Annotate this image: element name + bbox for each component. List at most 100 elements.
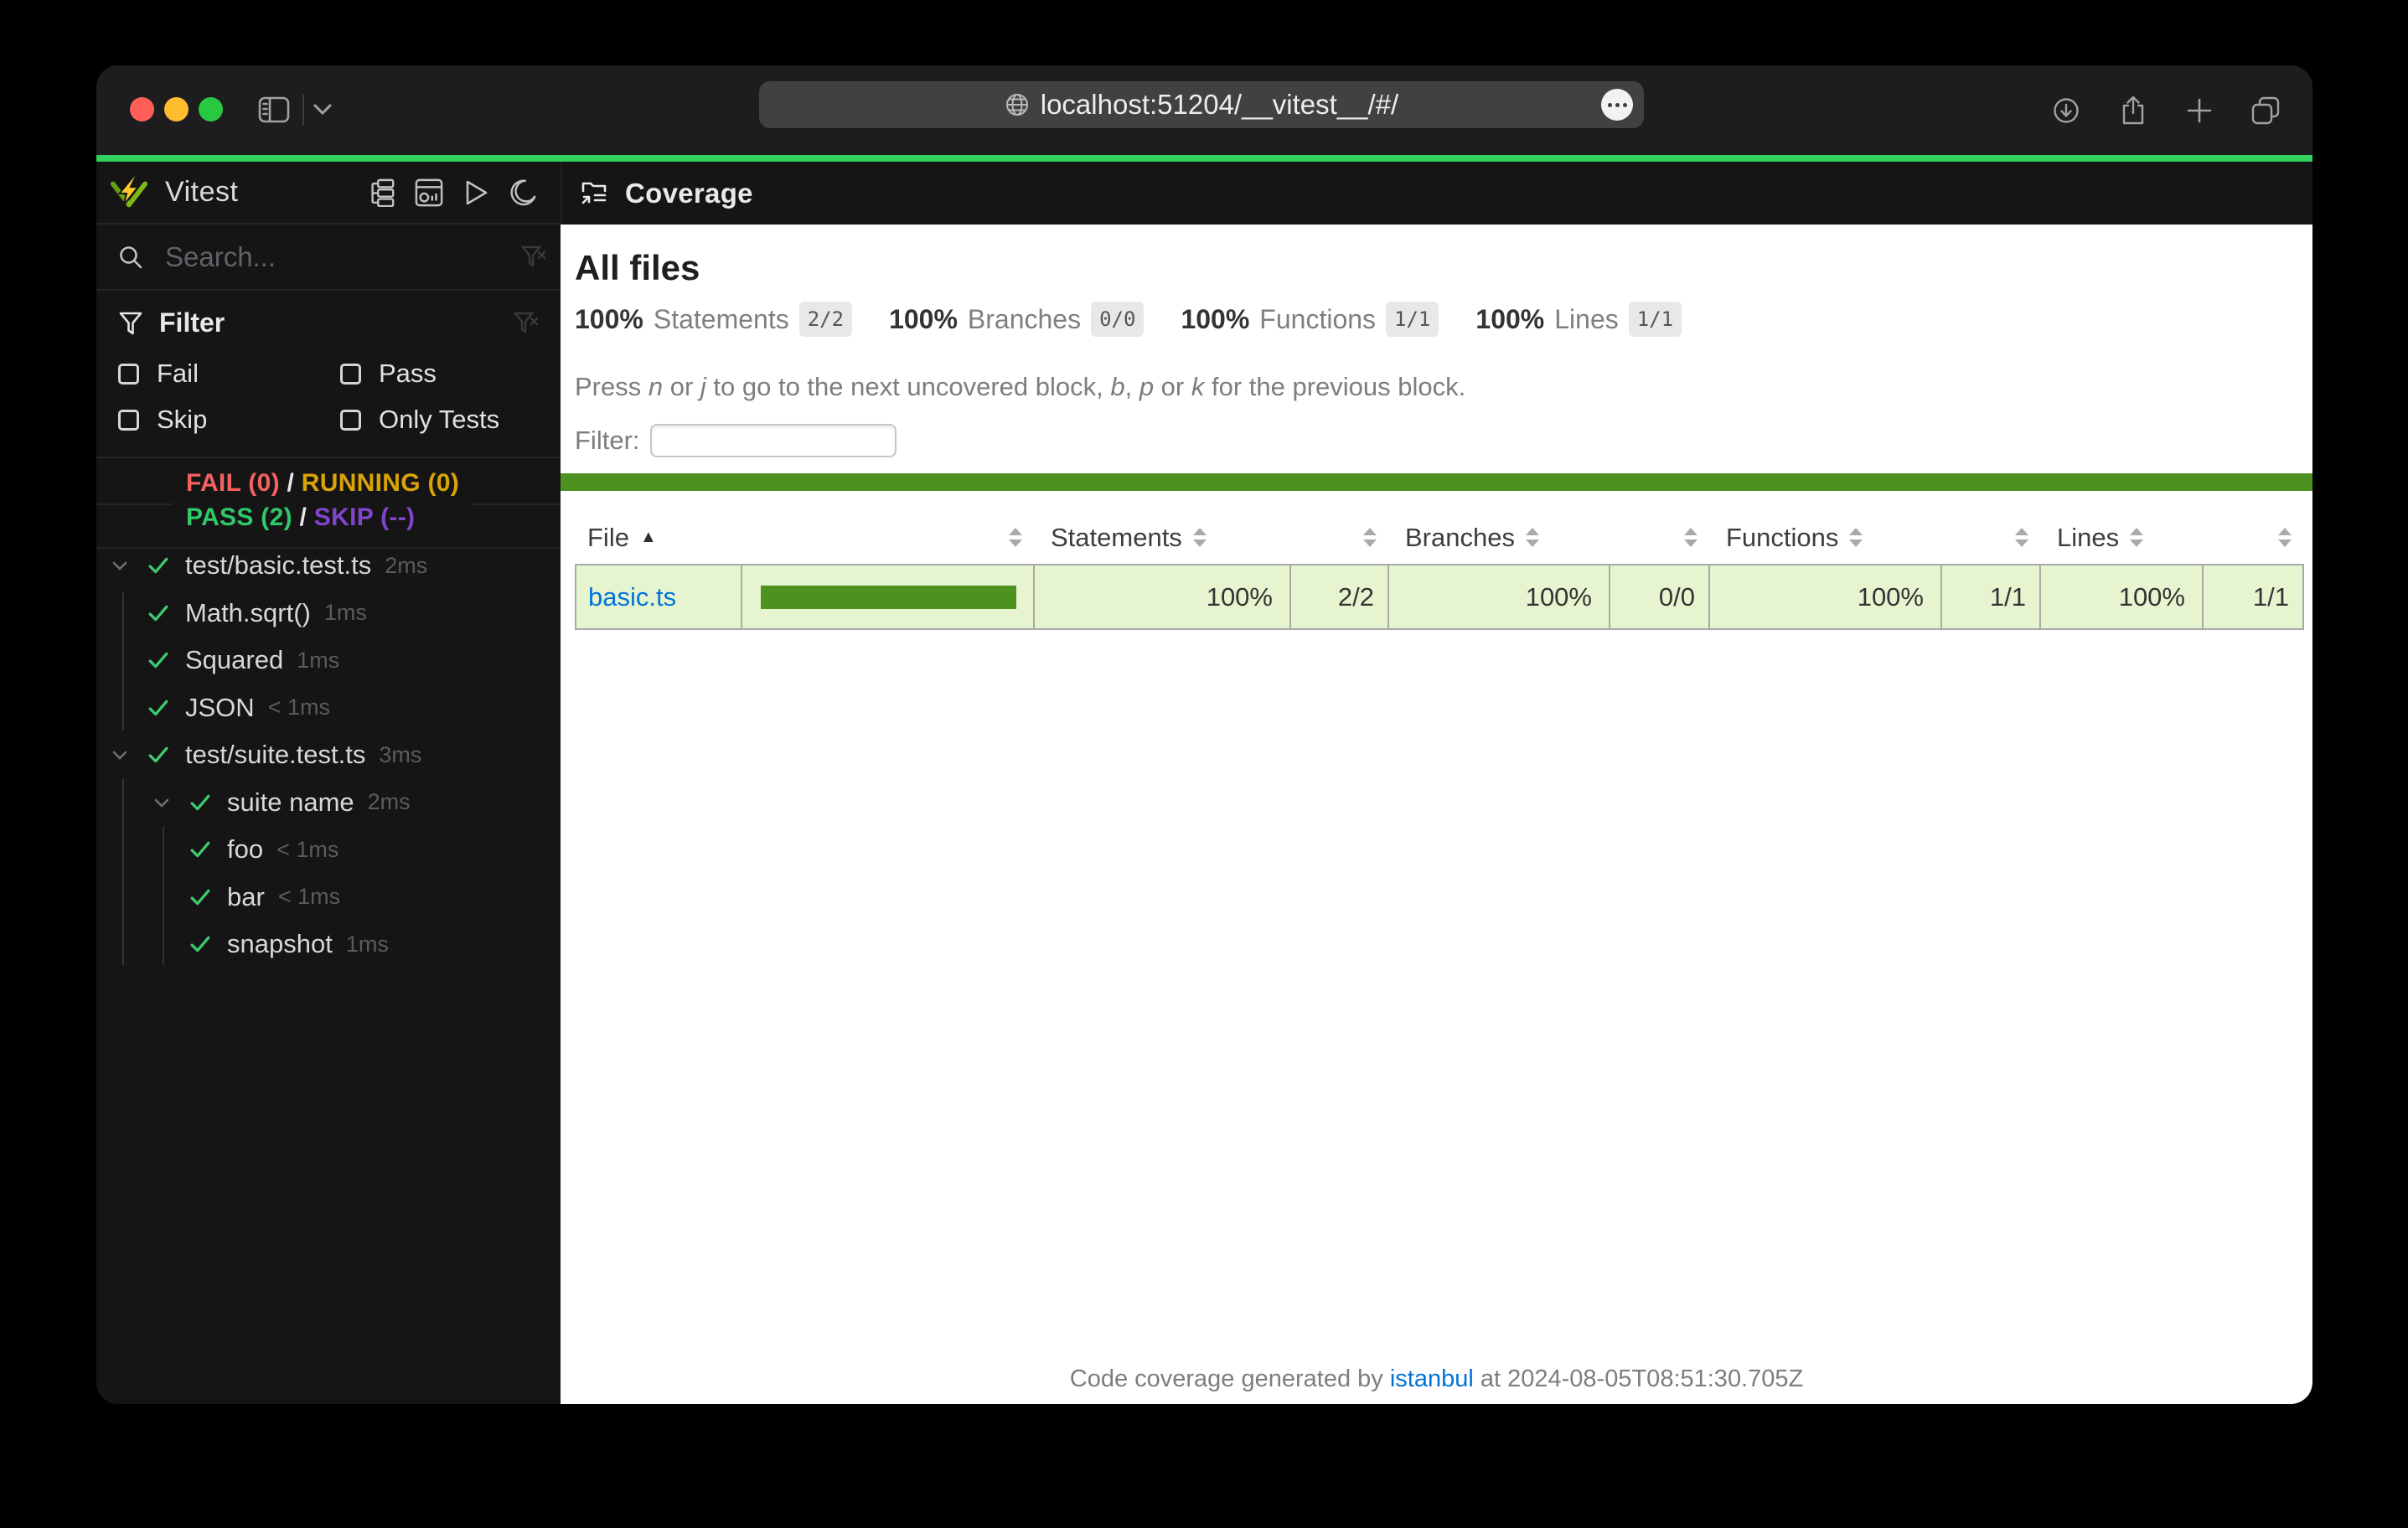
search-bar (96, 225, 561, 291)
pass-check-icon (190, 793, 210, 812)
share-icon[interactable] (2117, 95, 2149, 126)
tree-item-test[interactable]: JSON < 1ms (96, 684, 561, 732)
coverage-table: File ▲ Statements Branches Functions Lin… (575, 511, 2304, 630)
statements-pct-cell: 100% (1033, 564, 1291, 630)
column-header-lines-raw[interactable] (2203, 511, 2303, 565)
pass-check-icon (148, 651, 168, 669)
pass-check-icon (190, 888, 210, 906)
dark-mode-icon[interactable] (509, 178, 537, 207)
keyboard-shortcuts-help: Press n or j to go to the next uncovered… (575, 372, 1466, 401)
search-input[interactable] (165, 240, 521, 273)
checkbox-fail[interactable]: Fail (118, 359, 340, 389)
coverage-stats: 100% Statements 2/2 100% Branches 0/0 100% Fu… (575, 302, 1682, 337)
new-tab-icon[interactable] (2184, 96, 2214, 126)
column-header-functions-raw[interactable] (1941, 511, 2040, 565)
filter-title: Filter (159, 307, 225, 338)
coverage-status-line (561, 473, 2312, 491)
column-header-functions[interactable]: Functions (1709, 511, 1941, 565)
pass-check-icon (148, 746, 168, 764)
fraction-badge: 2/2 (798, 302, 853, 337)
checkbox-pass[interactable]: Pass (340, 359, 539, 389)
tree-item-test[interactable]: Math.sqrt() 1ms (96, 590, 561, 638)
coverage-header: Coverage (561, 162, 2312, 225)
close-window-button[interactable] (130, 97, 154, 121)
funnel-icon (118, 311, 143, 336)
chevron-down-icon[interactable] (153, 795, 172, 810)
run-all-icon[interactable] (462, 178, 489, 207)
sorter-icon (1849, 528, 1863, 547)
clear-filters-icon[interactable] (514, 311, 539, 336)
fraction-badge: 1/1 (1386, 302, 1439, 337)
tree-item-test[interactable]: foo < 1ms (96, 826, 561, 874)
stat-statements: 100% Statements 2/2 (575, 302, 853, 337)
app-title: Vitest (165, 176, 239, 208)
branches-pct-cell: 100% (1387, 564, 1610, 630)
tree-view-icon[interactable] (367, 178, 395, 207)
lines-frac-cell: 1/1 (2202, 564, 2304, 630)
tree-item-file[interactable]: test/suite.test.ts 3ms (96, 731, 561, 779)
tree-item-test[interactable]: Squared 1ms (96, 637, 561, 684)
tree-item-file[interactable]: test/basic.test.ts 2ms (96, 542, 561, 590)
vitest-sidebar: Vitest Search... Filter Fail Pass Skip O… (96, 162, 561, 1404)
sorter-icon (1009, 528, 1022, 547)
sorter-icon (1525, 528, 1539, 547)
column-header-pic[interactable] (742, 511, 1034, 565)
toolbar-divider (302, 94, 304, 126)
url-text: localhost:51204/__vitest__/#/ (1040, 89, 1399, 120)
sidebar-toggle-icon[interactable] (257, 93, 291, 126)
table-row: basic.ts 100% 2/2 100% 0/0 100% 1/1 100%… (575, 564, 2304, 630)
page-title: Coverage (625, 177, 753, 209)
tab-overview-icon[interactable] (2250, 95, 2281, 126)
vitest-header: Vitest (96, 162, 561, 225)
column-header-statements[interactable]: Statements (1034, 511, 1290, 565)
checkbox-skip[interactable]: Skip (118, 405, 340, 435)
istanbul-link[interactable]: istanbul (1390, 1365, 1474, 1392)
globe-icon (1005, 92, 1030, 117)
chevron-down-icon[interactable] (313, 103, 333, 116)
indent-guide (163, 827, 164, 965)
page-options-button[interactable] (1601, 89, 1633, 121)
tree-item-suite[interactable]: suite name 2ms (96, 779, 561, 827)
stat-functions: 100% Functions 1/1 (1181, 302, 1439, 337)
indent-guide (122, 592, 124, 730)
downloads-icon[interactable] (2050, 95, 2082, 126)
fraction-badge: 1/1 (1628, 302, 1682, 337)
filter-label: Filter: (575, 426, 640, 455)
pass-check-icon (190, 935, 210, 953)
report-heading: All files (575, 248, 700, 287)
coverage-bar-fill (761, 585, 1016, 609)
column-header-file[interactable]: File ▲ (576, 511, 742, 565)
indent-guide (122, 779, 124, 965)
coverage-filter-input[interactable] (649, 424, 897, 457)
file-cell: basic.ts (575, 564, 742, 630)
clear-search-filter-icon[interactable] (521, 245, 546, 270)
main-panel: Coverage All files 100% Statements 2/2 100… (561, 162, 2312, 1404)
pass-check-icon (148, 699, 168, 717)
sorter-icon (1363, 528, 1377, 547)
sorter-icon (2130, 528, 2144, 547)
column-header-branches[interactable]: Branches (1388, 511, 1610, 565)
chevron-down-icon[interactable] (111, 747, 130, 762)
lines-pct-cell: 100% (2039, 564, 2204, 630)
running-count: RUNNING (0) (301, 469, 460, 497)
column-header-branches-raw[interactable] (1610, 511, 1709, 565)
tree-item-test[interactable]: snapshot 1ms (96, 921, 561, 968)
column-header-statements-raw[interactable] (1290, 511, 1388, 565)
zoom-window-button[interactable] (199, 97, 223, 121)
dashboard-icon[interactable] (415, 178, 443, 207)
minimize-window-button[interactable] (164, 97, 189, 121)
tree-item-test[interactable]: bar < 1ms (96, 874, 561, 921)
browser-window: localhost:51204/__vitest__/#/ Vitest Sea… (96, 65, 2312, 1404)
column-header-lines[interactable]: Lines (2040, 511, 2203, 565)
address-bar[interactable]: localhost:51204/__vitest__/#/ (759, 81, 1644, 128)
traffic-lights (130, 97, 223, 121)
coverage-bar-cell (741, 564, 1035, 630)
filter-panel: Filter Fail Pass Skip Only Tests (96, 291, 561, 457)
functions-pct-cell: 100% (1708, 564, 1942, 630)
sorter-icon (2015, 528, 2028, 547)
chevron-down-icon[interactable] (111, 558, 130, 573)
coverage-icon (580, 179, 608, 208)
checkbox-only-tests[interactable]: Only Tests (340, 405, 539, 435)
stat-lines: 100% Lines 1/1 (1475, 302, 1682, 337)
file-link[interactable]: basic.ts (588, 582, 676, 612)
